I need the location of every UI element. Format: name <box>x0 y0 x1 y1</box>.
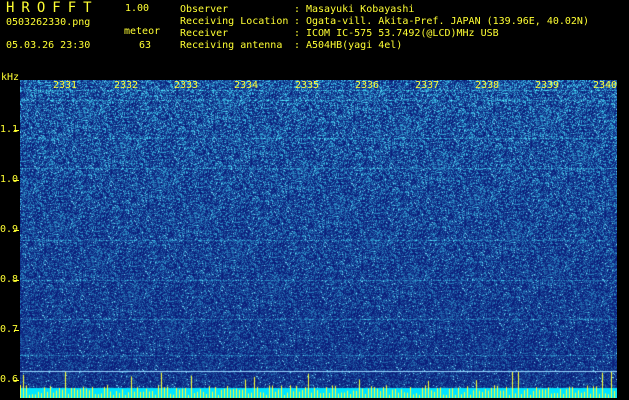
y-tick-mark <box>14 230 19 231</box>
info-key: Receiving antenna <box>180 40 283 51</box>
info-row-observer: Observer: Masayuki Kobayashi <box>180 4 589 16</box>
x-tick-label: 2333 <box>174 80 199 91</box>
app-name: HROFFT <box>6 0 99 16</box>
y-tick-mark <box>14 130 19 131</box>
file-name: 0503262330.png <box>6 17 91 28</box>
x-tick-label: 2331 <box>53 80 78 91</box>
info-key: Observer <box>180 4 229 15</box>
info-value: ICOM IC-575 53.7492(@LCD)MHz USB <box>306 28 499 39</box>
date-time: 05.03.26 23:30 <box>6 40 91 51</box>
info-key: Receiver <box>180 28 229 39</box>
x-tick-label: 2336 <box>355 80 380 91</box>
info-key: Receiving Location <box>180 16 289 27</box>
x-tick-label: 2332 <box>114 80 139 91</box>
x-tick-label: 2337 <box>415 80 440 91</box>
app-version: 1.00 <box>125 3 150 14</box>
waterfall-canvas <box>20 80 617 398</box>
info-separator: : <box>294 40 301 51</box>
info-row-receiver: Receiver: ICOM IC-575 53.7492(@LCD)MHz US… <box>180 28 589 40</box>
x-tick-label: 2338 <box>475 80 500 91</box>
info-value: Ogata-vill. Akita-Pref. JAPAN (139.96E, … <box>306 16 589 27</box>
x-tick-label: 2335 <box>295 80 320 91</box>
info-separator: : <box>294 16 301 27</box>
y-axis-unit: kHz <box>1 72 20 83</box>
info-separator: : <box>294 4 301 15</box>
info-row-location: Receiving Location: Ogata-vill. Akita-Pre… <box>180 16 589 28</box>
station-info: Observer: Masayuki Kobayashi Receiving Lo… <box>180 4 589 52</box>
x-tick-label: 2334 <box>234 80 259 91</box>
x-tick-label: 2340 <box>593 80 618 91</box>
info-value: A504HB(yagi 4el) <box>306 40 403 51</box>
x-tick-label: 2339 <box>535 80 560 91</box>
meteor-label: meteor <box>124 26 161 37</box>
y-tick-mark <box>14 380 19 381</box>
y-tick-mark <box>14 280 19 281</box>
info-value: Masayuki Kobayashi <box>306 4 415 15</box>
info-separator: : <box>294 28 301 39</box>
meteor-count: 63 <box>139 40 152 51</box>
spectrogram <box>20 80 617 398</box>
y-tick-mark <box>14 330 19 331</box>
info-row-antenna: Receiving antenna: A504HB(yagi 4el) <box>180 40 589 52</box>
y-tick-mark <box>14 180 19 181</box>
